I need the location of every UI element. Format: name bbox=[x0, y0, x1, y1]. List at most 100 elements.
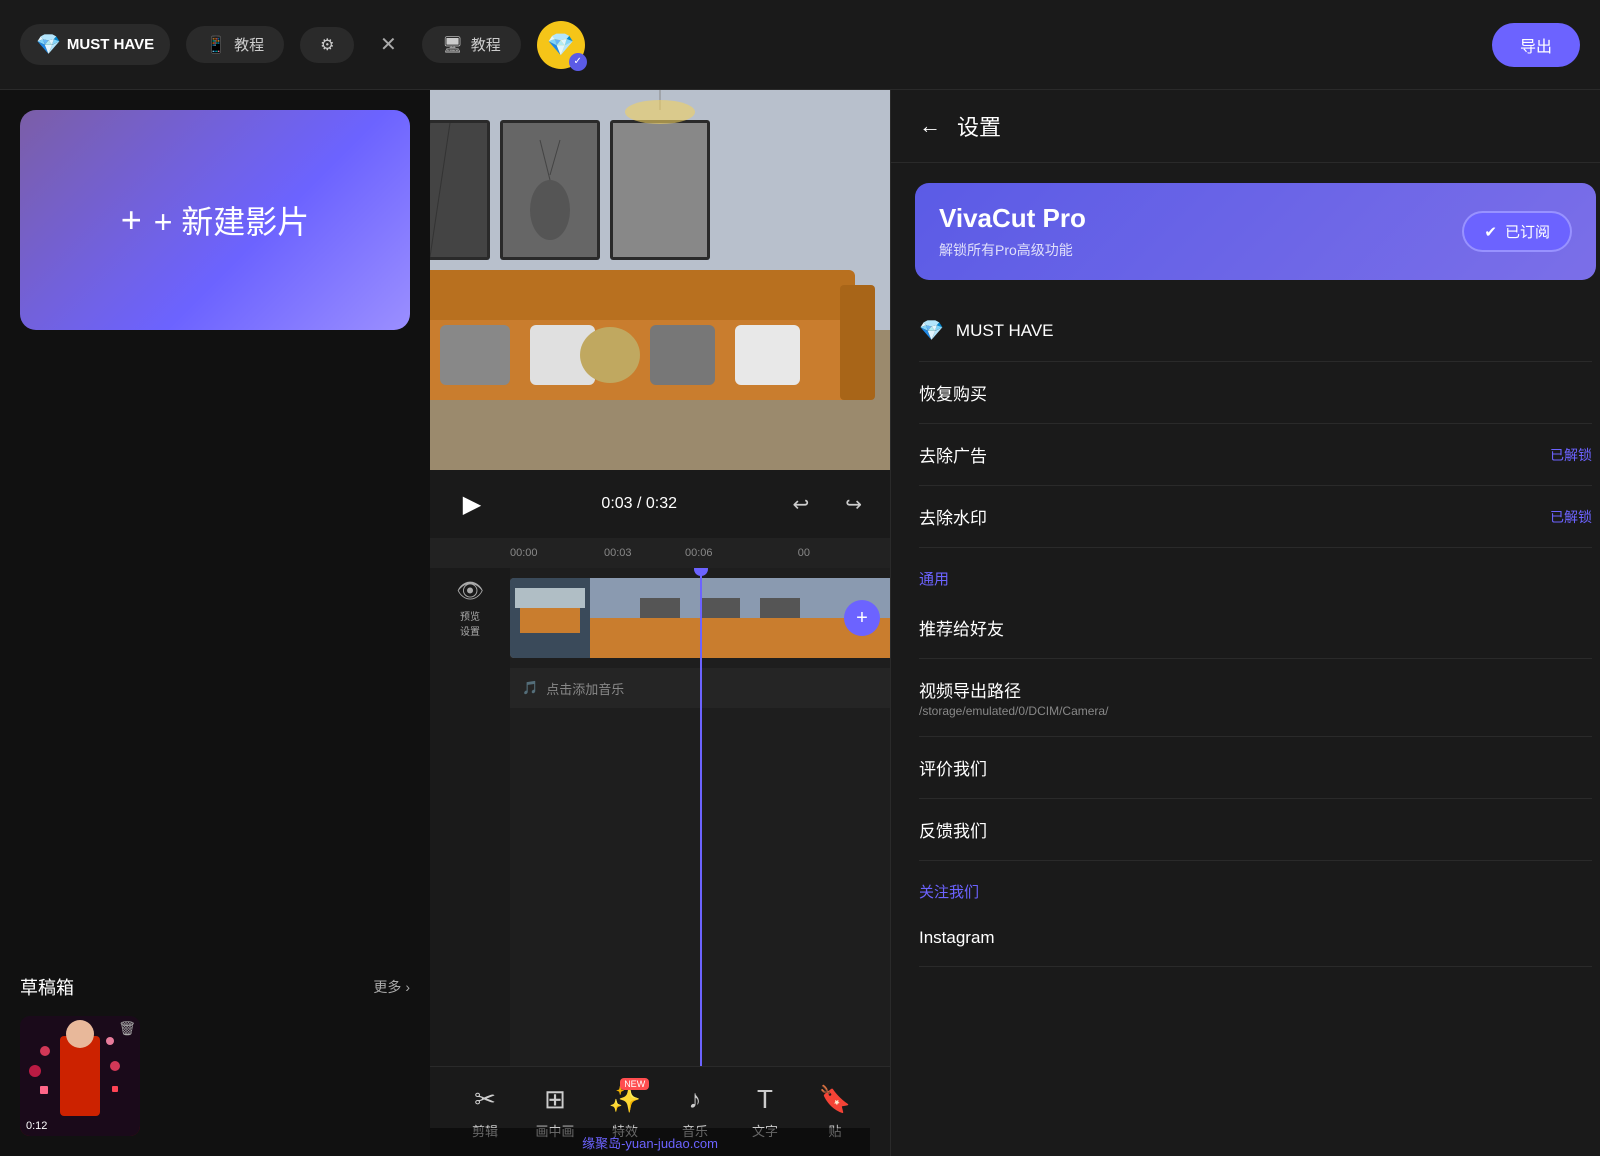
ruler-mark-1: 00:03 bbox=[604, 547, 632, 559]
feedback-item[interactable]: 反馈我们 bbox=[919, 799, 1592, 861]
instagram-item[interactable]: Instagram bbox=[919, 910, 1592, 967]
watermark-strip: 缘聚岛-yuan-judao.com bbox=[430, 1128, 870, 1156]
ruler-track: 00:00 00:03 00:06 00 bbox=[510, 538, 810, 568]
settings-header: ← 设置 bbox=[891, 90, 1600, 163]
export-path-left: 视频导出路径 /storage/emulated/0/DCIM/Camera/ bbox=[919, 677, 1108, 718]
restore-purchase-item[interactable]: 恢复购买 bbox=[919, 362, 1592, 424]
must-have-item-label: MUST HAVE bbox=[956, 321, 1054, 341]
more-label: 更多 bbox=[373, 977, 401, 997]
must-have-badge[interactable]: 💎 MUST HAVE bbox=[20, 24, 170, 65]
tablet-icon: 📱 bbox=[206, 35, 226, 55]
monitor-icon: 🖥 bbox=[442, 35, 462, 55]
pro-card[interactable]: VivaCut Pro 解锁所有Pro高级功能 ✔ 已订阅 bbox=[915, 183, 1596, 280]
pro-card-left: VivaCut Pro 解锁所有Pro高级功能 bbox=[939, 203, 1086, 260]
cut-icon: ✂ bbox=[474, 1084, 496, 1115]
remove-watermark-label: 去除水印 bbox=[919, 504, 987, 529]
draft-item[interactable]: 0:12 🗑 bbox=[20, 1016, 140, 1136]
tutorial-label-1: 教程 bbox=[234, 34, 264, 55]
draft-delete-button[interactable]: 🗑 bbox=[118, 1020, 136, 1037]
play-button[interactable]: ▶ bbox=[450, 482, 494, 526]
export-path-label: 视频导出路径 bbox=[919, 677, 1108, 702]
settings-gear-tab[interactable]: ⚙ bbox=[300, 27, 354, 63]
video-preview-image bbox=[430, 90, 890, 470]
rate-us-item[interactable]: 评价我们 bbox=[919, 737, 1592, 799]
ruler-mark-0: 00:00 bbox=[510, 547, 538, 559]
gem-badge-icon: 💎 bbox=[547, 32, 574, 58]
new-film-card[interactable]: + + 新建影片 bbox=[20, 110, 410, 330]
playhead bbox=[700, 568, 702, 1066]
timeline-area: ▶ 0:03 / 0:32 ↩ ↪ 00:00 00:03 00:06 00 👁 bbox=[430, 470, 890, 1156]
remove-watermark-item[interactable]: 去除水印 已解锁 bbox=[919, 486, 1592, 548]
recommend-label: 推荐给好友 bbox=[919, 615, 1004, 640]
add-music-label: 点击添加音乐 bbox=[546, 679, 624, 698]
center-panel: ▶ 0:03 / 0:32 ↩ ↪ 00:00 00:03 00:06 00 👁 bbox=[430, 90, 890, 1156]
track-thumb-1 bbox=[510, 578, 590, 658]
undo-button[interactable]: ↩ bbox=[784, 488, 817, 521]
pip-icon: ⊞ bbox=[544, 1084, 566, 1115]
text-icon: T bbox=[757, 1084, 773, 1115]
back-button[interactable]: ← bbox=[919, 113, 941, 139]
tutorial-tab-1[interactable]: 📱 教程 bbox=[186, 26, 284, 63]
right-panel: ← 设置 VivaCut Pro 解锁所有Pro高级功能 ✔ 已订阅 💎 bbox=[890, 90, 1600, 1156]
preview-set-label: 预览设置 bbox=[460, 608, 480, 638]
add-track-button[interactable]: + bbox=[844, 600, 880, 636]
check-icon: ✔ bbox=[1484, 223, 1497, 241]
chevron-right-icon: › bbox=[405, 979, 410, 995]
preview-settings-button[interactable]: 👁 预览设置 bbox=[456, 578, 484, 638]
timeline-ruler: 00:00 00:03 00:06 00 bbox=[430, 538, 890, 568]
draft-time: 0:12 bbox=[26, 1120, 47, 1132]
effects-icon: ✨ NEW bbox=[609, 1084, 641, 1115]
watermark-text: 缘聚岛-yuan-judao.com bbox=[582, 1133, 718, 1152]
rate-us-label: 评价我们 bbox=[919, 755, 987, 780]
export-path-sub: /storage/emulated/0/DCIM/Camera/ bbox=[919, 704, 1108, 718]
preview-icon: 👁 bbox=[456, 578, 484, 604]
general-section-label: 通用 bbox=[919, 548, 1592, 597]
draft-title: 草稿箱 bbox=[20, 974, 74, 1000]
tutorial-tab-2[interactable]: 🖥 教程 bbox=[422, 26, 520, 63]
must-have-item-left: 💎 MUST HAVE bbox=[919, 318, 1054, 343]
export-button[interactable]: 导出 bbox=[1492, 23, 1580, 67]
timeline-sidebar: 👁 预览设置 bbox=[430, 568, 510, 1066]
pro-card-title: VivaCut Pro bbox=[939, 203, 1086, 234]
recommend-item[interactable]: 推荐给好友 bbox=[919, 597, 1592, 659]
draft-items: 0:12 🗑 bbox=[20, 1016, 410, 1136]
remove-watermark-badge: 已解锁 bbox=[1550, 507, 1592, 527]
main-layout: + + 新建影片 草稿箱 更多 › bbox=[0, 90, 1600, 1156]
video-preview bbox=[430, 90, 890, 470]
remove-ads-badge: 已解锁 bbox=[1550, 445, 1592, 465]
draft-header: 草稿箱 更多 › bbox=[20, 974, 410, 1000]
gear-icon: ⚙ bbox=[320, 35, 334, 55]
music-icon: ♪ bbox=[689, 1084, 702, 1115]
export-path-item[interactable]: 视频导出路径 /storage/emulated/0/DCIM/Camera/ bbox=[919, 659, 1592, 737]
close-button[interactable]: ✕ bbox=[370, 27, 406, 63]
remove-ads-label: 去除广告 bbox=[919, 442, 987, 467]
new-badge: NEW bbox=[620, 1078, 649, 1090]
more-button[interactable]: 更多 › bbox=[373, 977, 410, 997]
gem-pro-badge[interactable]: 💎 bbox=[537, 21, 585, 69]
remove-ads-item[interactable]: 去除广告 已解锁 bbox=[919, 424, 1592, 486]
timeline-tracks: + 🎵 点击添加音乐 bbox=[510, 568, 890, 1066]
settings-title: 设置 bbox=[957, 110, 1001, 142]
tutorial-label-2: 教程 bbox=[471, 34, 501, 55]
sticker-icon: 🔖 bbox=[819, 1084, 851, 1115]
must-have-gem-icon: 💎 bbox=[919, 318, 944, 343]
music-note-icon: 🎵 bbox=[522, 680, 538, 696]
ruler-mark-2: 00:06 bbox=[685, 547, 713, 559]
subscribed-button[interactable]: ✔ 已订阅 bbox=[1462, 211, 1572, 252]
restore-label: 恢复购买 bbox=[919, 380, 987, 405]
instagram-label: Instagram bbox=[919, 928, 995, 948]
room-scene-svg bbox=[430, 90, 890, 470]
follow-section-label: 关注我们 bbox=[919, 861, 1592, 910]
redo-button[interactable]: ↪ bbox=[837, 488, 870, 521]
settings-body: VivaCut Pro 解锁所有Pro高级功能 ✔ 已订阅 💎 MUST HAV… bbox=[891, 163, 1600, 1156]
pro-card-subtitle: 解锁所有Pro高级功能 bbox=[939, 240, 1086, 260]
plus-icon: + bbox=[121, 199, 142, 241]
ruler-mark-3: 00 bbox=[798, 547, 810, 559]
must-have-label: MUST HAVE bbox=[67, 36, 154, 53]
must-have-item[interactable]: 💎 MUST HAVE bbox=[919, 300, 1592, 362]
new-film-label: + + 新建影片 bbox=[121, 197, 310, 243]
subscribed-label: 已订阅 bbox=[1505, 221, 1550, 242]
timeline-content: 👁 预览设置 bbox=[430, 568, 890, 1066]
gem-icon: 💎 bbox=[36, 32, 61, 57]
time-display: 0:03 / 0:32 bbox=[514, 495, 764, 513]
